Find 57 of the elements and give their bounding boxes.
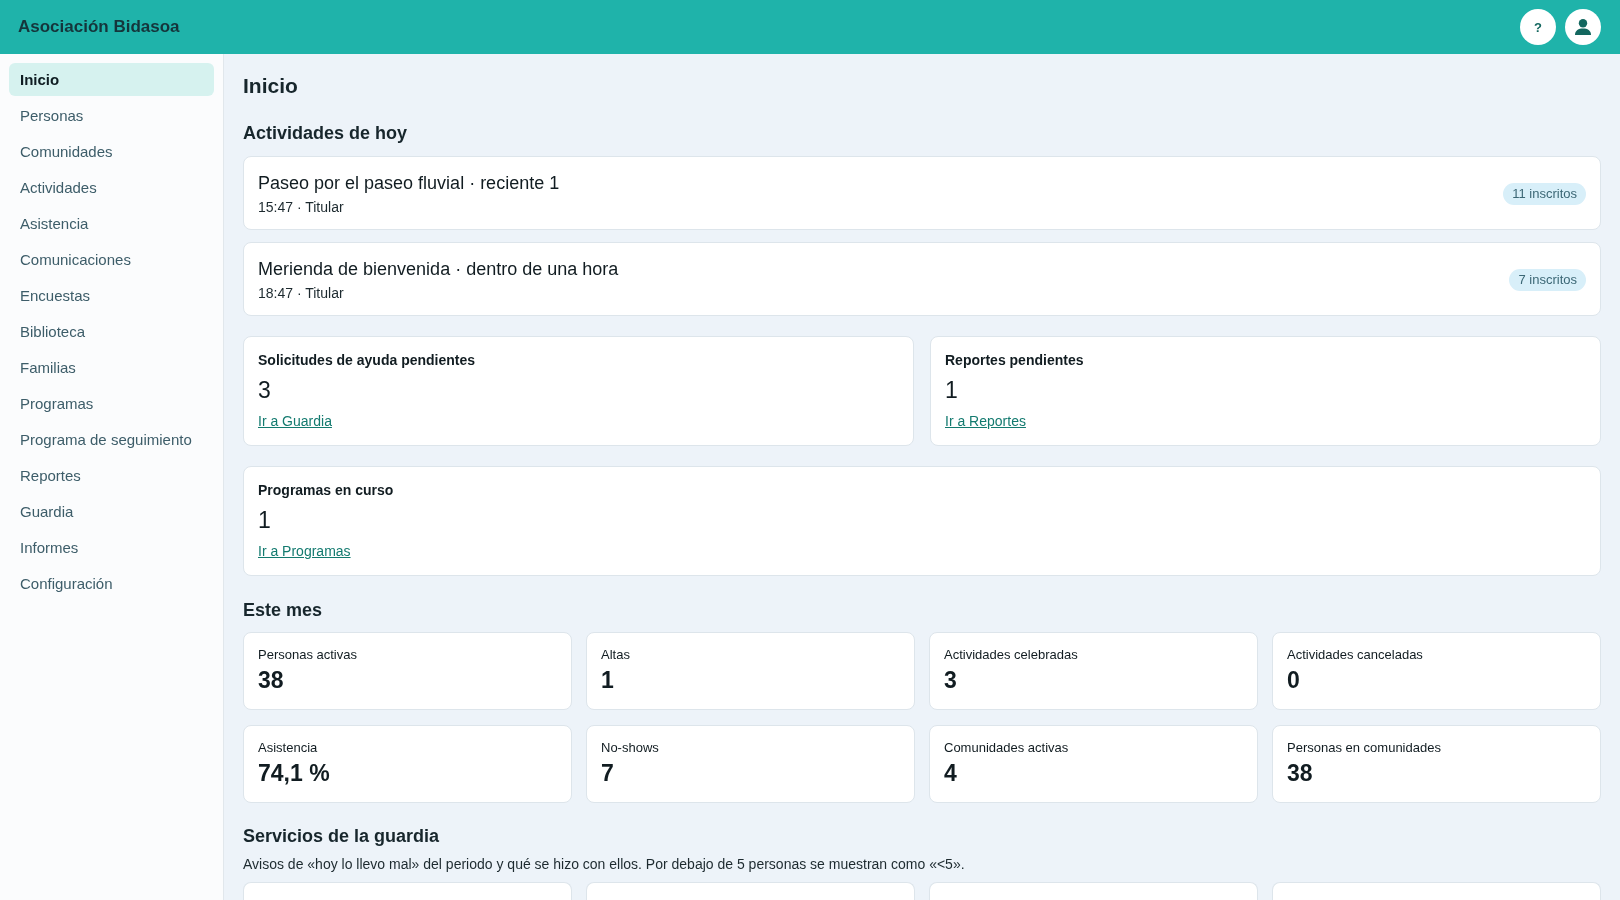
nav-item[interactable]: Programas [9, 387, 214, 420]
activity-meta: 15:47 · Titular [258, 198, 345, 216]
stat-label: Actividades celebradas [944, 646, 1079, 663]
stat-value: 74,1 % [258, 759, 331, 787]
summary-label: Programas en curso [258, 481, 395, 499]
activity-card[interactable]: Merienda de bienvenida · dentro de una hora 18:47 · Titular 7 inscritos [243, 242, 1601, 316]
stat-value: 7 [601, 759, 615, 787]
activity-meta: 18:47 · Titular [258, 284, 345, 302]
section-link[interactable]: Ir a Programas [258, 543, 351, 559]
nav-item[interactable]: Guardia [9, 495, 214, 528]
nav-item[interactable]: Actividades [9, 171, 214, 204]
user-button[interactable] [1565, 9, 1601, 45]
nav-item[interactable]: Configuración [9, 567, 214, 600]
stat-value: 3 [944, 666, 958, 694]
activity-card[interactable]: Paseo por el paseo fluvial · reciente 1 15:47 · Titular 11 inscritos [243, 156, 1601, 230]
enrolled-badge: 7 inscritos [1509, 269, 1586, 291]
section-heading: Actividades de hoy [243, 122, 409, 145]
stat-label: Personas activas [258, 646, 358, 663]
section-description: Avisos de «hoy lo llevo mal» del periodo y qué se hizo con ellos. Por debajo de 5 personas se muestran como «<5». [243, 855, 966, 873]
stat-label: Comunidades activas [944, 739, 1070, 756]
summary-value: 3 [258, 376, 272, 404]
enrolled-badge: 11 inscritos [1503, 183, 1586, 205]
section-heading: Servicios de la guardia [243, 825, 441, 848]
nav-item[interactable]: Encuestas [9, 279, 214, 312]
nav-item[interactable]: Asistencia [9, 207, 214, 240]
summary-value: 1 [945, 376, 959, 404]
nav-item[interactable]: Reportes [9, 459, 214, 492]
stat-label: Personas en comunidades [1287, 739, 1442, 756]
stat-value: 4 [944, 759, 958, 787]
page-title: Inicio [243, 73, 299, 99]
help-button[interactable]: ? [1520, 9, 1556, 45]
nav-item[interactable]: Biblioteca [9, 315, 214, 348]
summary-label: Solicitudes de ayuda pendientes [258, 351, 477, 369]
nav-item[interactable]: Comunicaciones [9, 243, 214, 276]
stat-value: 0 [1287, 666, 1301, 694]
nav-item[interactable]: Familias [9, 351, 214, 384]
stat-label: Asistencia [258, 739, 319, 756]
section-heading: Este mes [243, 599, 324, 622]
stat-label: Altas [601, 646, 631, 663]
section-link[interactable]: Ir a Reportes [945, 413, 1026, 429]
stat-value: 1 [601, 666, 615, 694]
user-icon [1575, 19, 1591, 35]
activity-title: Paseo por el paseo fluvial · reciente 1 [258, 172, 560, 194]
activity-title: Merienda de bienvenida · dentro de una hora [258, 258, 619, 280]
summary-value: 1 [258, 506, 272, 534]
summary-label: Reportes pendientes [945, 351, 1085, 369]
stat-value: 38 [1287, 759, 1314, 787]
stat-value: 38 [258, 666, 285, 694]
section-link[interactable]: Ir a Guardia [258, 413, 332, 429]
app-title: Asociación Bidasoa [18, 17, 180, 37]
nav-item[interactable]: Personas [9, 99, 214, 132]
nav-item[interactable]: Inicio [9, 63, 214, 96]
nav-item[interactable]: Comunidades [9, 135, 214, 168]
nav-item[interactable]: Informes [9, 531, 214, 564]
nav-item[interactable]: Programa de seguimiento [9, 423, 214, 456]
stat-label: No-shows [601, 739, 660, 756]
stat-label: Actividades canceladas [1287, 646, 1424, 663]
